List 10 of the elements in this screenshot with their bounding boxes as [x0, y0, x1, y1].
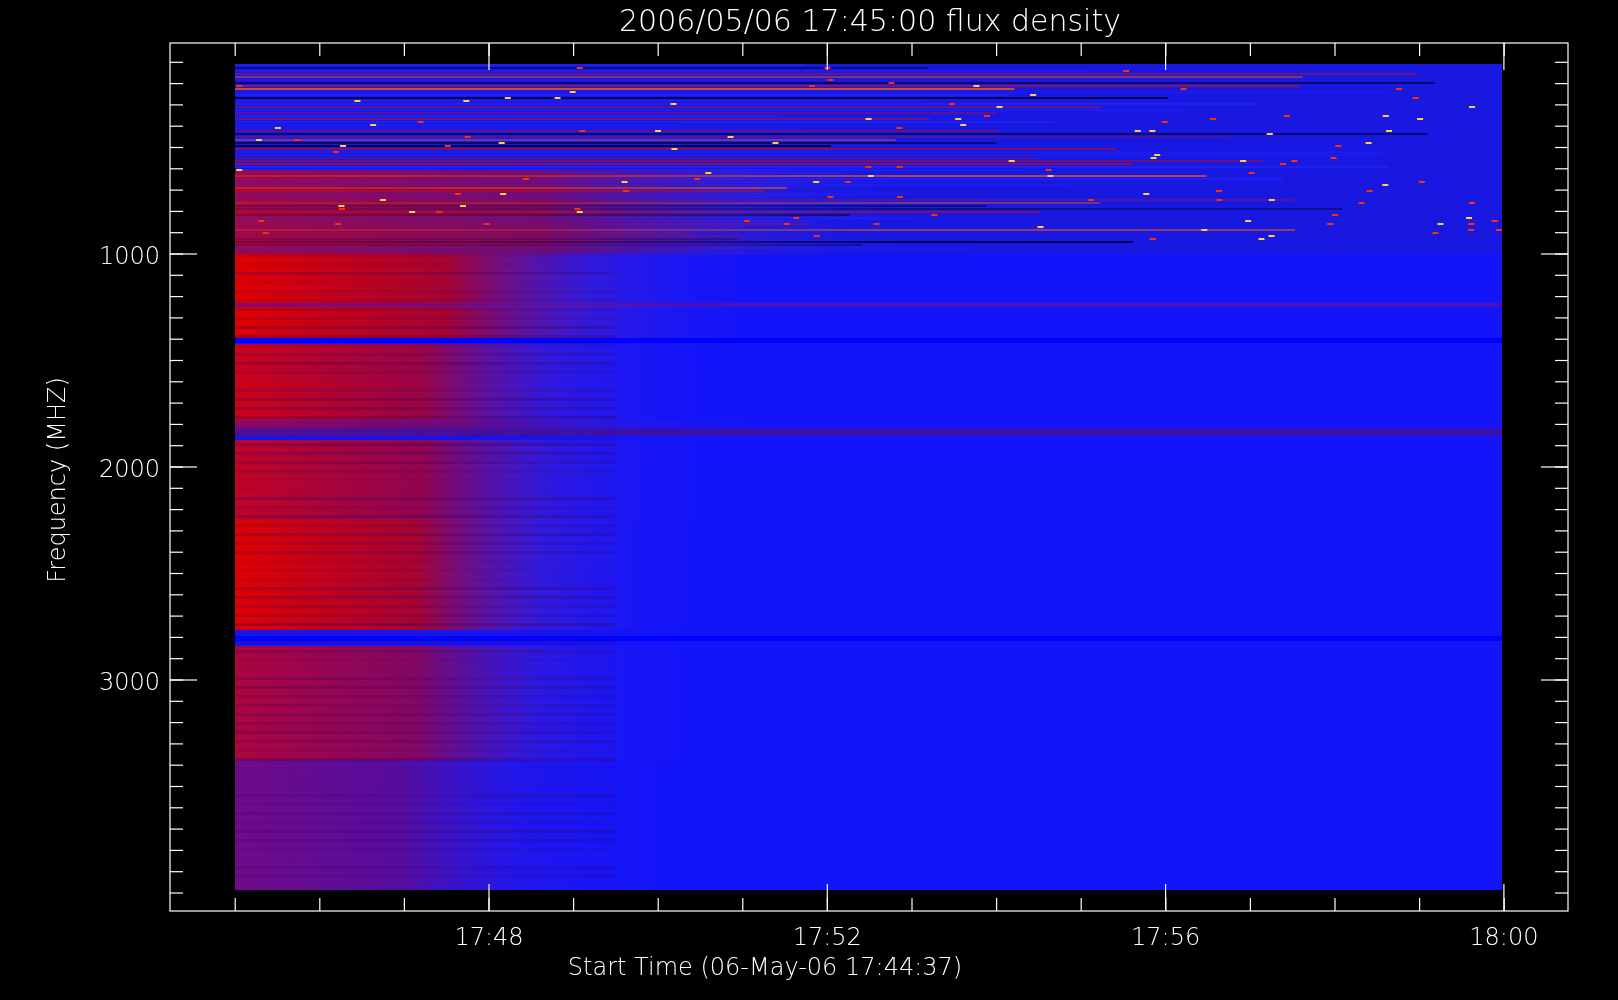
tick-label: 17:48 [454, 923, 524, 951]
axis-label: Start Time (06-May-06 17:44:37) [567, 953, 963, 981]
axis-label: Frequency (MHZ) [43, 377, 71, 583]
plot-title: 2006/05/06 17:45:00 flux density [619, 3, 1121, 38]
tick-label: 2000 [98, 455, 160, 483]
tick-label: 3000 [98, 668, 160, 696]
tick-label: 17:52 [792, 923, 862, 951]
tick-label: 1000 [98, 242, 160, 270]
tick-label: 18:00 [1469, 923, 1539, 951]
tick-label: 17:56 [1131, 923, 1201, 951]
